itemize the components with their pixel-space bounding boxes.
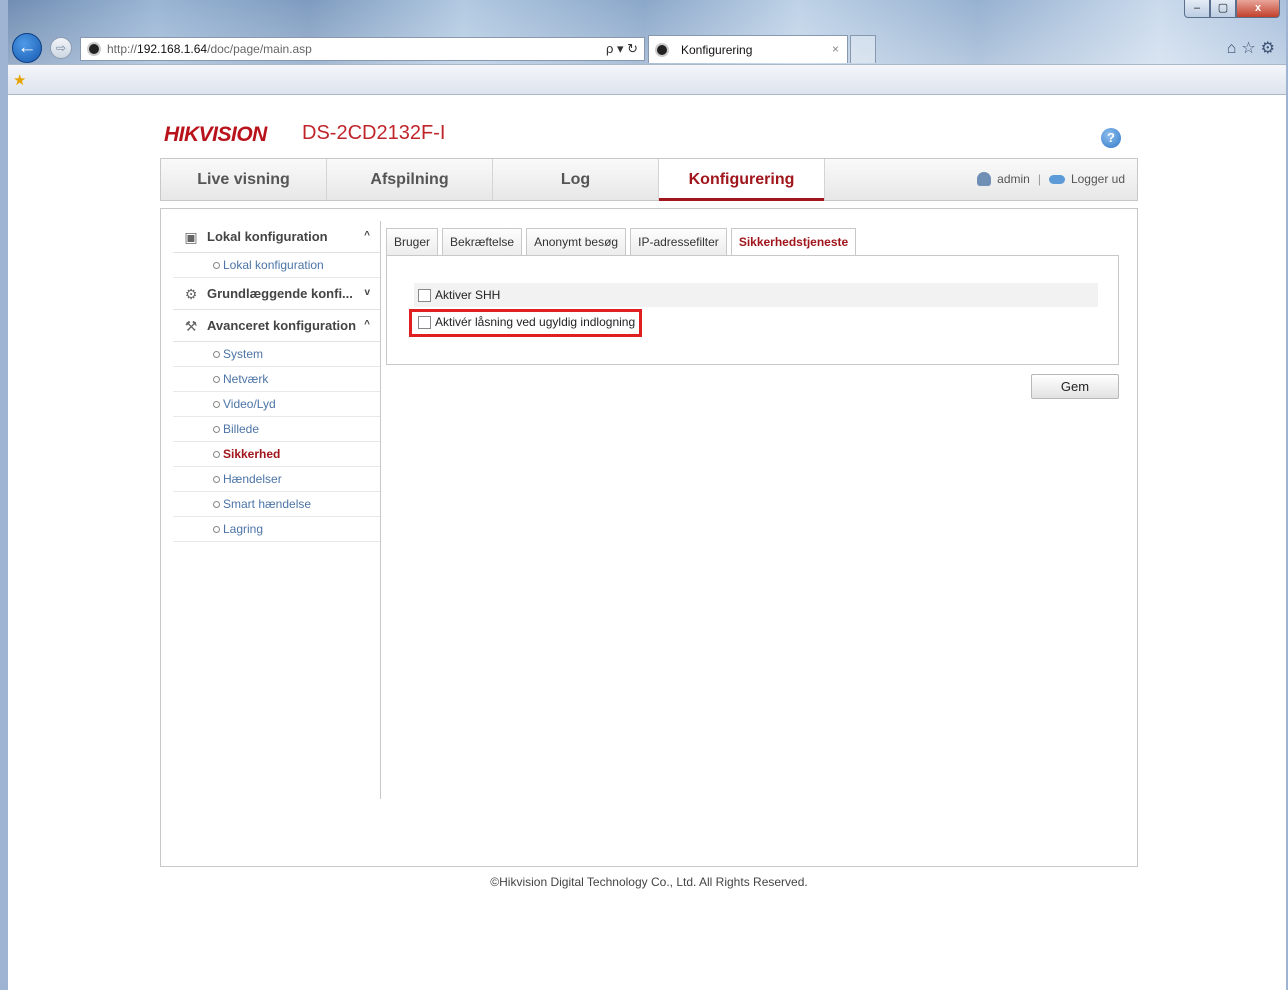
sidebar-item-image[interactable]: Billede [173,417,380,442]
arrow-right-icon: ⇨ [55,41,67,55]
username: admin [997,172,1030,186]
sidebar-item-storage[interactable]: Lagring [173,517,380,542]
favorites-star-icon[interactable]: ☆ [1241,40,1260,57]
tab-authentication[interactable]: Bekræftelse [442,228,523,256]
enable-ssh-checkbox[interactable] [418,288,431,302]
tab-anonymous-visit[interactable]: Anonymt besøg [526,228,627,256]
separator: | [1037,172,1041,186]
sidebar-section-advanced[interactable]: ⚒ Avanceret konfiguration ^ [173,310,380,342]
home-icon[interactable]: ⌂ [1227,40,1242,57]
security-service-panel: Aktiver SHH Aktivér låsning ved ugyldig … [386,255,1119,365]
chevron-up-icon: ^ [364,230,370,241]
url-prefix: http:// [107,42,138,56]
gear-icon: ⚙ [184,285,198,302]
user-area: admin | Logger ud [977,172,1125,186]
chevron-down-icon: v [364,287,370,298]
nav-live-view[interactable]: Live visning [161,159,327,200]
device-model: DS-2CD2132F-I [302,122,446,144]
logout-icon [1048,174,1065,184]
brand-logo: HIKVISION [164,123,267,146]
sidebar-item-smart-event[interactable]: Smart hændelse [173,492,380,517]
wrench-icon: ⚒ [184,317,198,334]
sidebar-item-events[interactable]: Hændelser [173,467,380,492]
sidebar-item-security[interactable]: Sikkerhed [173,442,380,467]
chevron-up-icon: ^ [364,319,370,330]
computer-icon: ▣ [184,228,198,245]
gear-icon[interactable]: ⚙ [1261,40,1280,57]
browser-tab[interactable]: Konfigurering × [648,35,848,63]
sidebar-section-label: Grundlæggende konfi... [207,286,353,301]
highlight-box [409,309,642,337]
logout-link[interactable]: Logger ud [1071,172,1125,186]
maximize-button[interactable]: ▢ [1210,0,1236,18]
tab-user[interactable]: Bruger [386,228,439,256]
minimize-button[interactable]: – [1184,0,1210,18]
user-icon [977,172,992,186]
nav-configuration[interactable]: Konfigurering [659,159,825,201]
security-subtabs: Bruger Bekræftelse Anonymt besøg IP-adre… [386,228,860,257]
nav-log[interactable]: Log [493,159,659,200]
url-host: 192.168.1.64 [137,42,208,56]
save-button[interactable]: Gem [1031,374,1119,399]
web-page: HIKVISION DS-2CD2132F-I ? Live visning A… [8,95,1286,990]
close-window-button[interactable]: x [1236,0,1280,18]
add-favorite-icon[interactable]: ★ [13,71,26,89]
favorites-bar: ★ [8,64,1288,95]
browser-toolbar-icons: ⌂☆⚙ [1227,38,1280,58]
back-button[interactable]: ← [12,33,42,63]
window-controls: – ▢ x [1184,0,1280,18]
sidebar-item-local-config[interactable]: Lokal konfiguration [173,253,380,278]
content-area: ▣ Lokal konfiguration ^ Lokal konfigurat… [160,208,1138,867]
close-tab-icon[interactable]: × [832,42,839,56]
sidebar: ▣ Lokal konfiguration ^ Lokal konfigurat… [173,221,381,799]
new-tab-button[interactable] [850,35,876,63]
help-icon[interactable]: ? [1101,128,1121,148]
url-text[interactable]: http://192.168.1.64/doc/page/main.asp [107,42,312,56]
tab-site-icon [655,42,669,57]
address-bar[interactable]: http://192.168.1.64/doc/page/main.asp ρ … [80,37,645,61]
arrow-left-icon: ← [17,37,37,58]
sidebar-item-video-audio[interactable]: Video/Lyd [173,392,380,417]
nav-playback[interactable]: Afspilning [327,159,493,200]
enable-ssh-label: Aktiver SHH [435,288,501,302]
sidebar-section-label: Avanceret konfiguration [207,318,357,333]
sidebar-section-local[interactable]: ▣ Lokal konfiguration ^ [173,221,380,253]
sidebar-section-label: Lokal konfiguration [207,229,328,244]
forward-button[interactable]: ⇨ [50,37,72,59]
sidebar-item-system[interactable]: System [173,342,380,367]
sidebar-section-basic[interactable]: ⚙ Grundlæggende konfi... v [173,278,380,310]
url-path: /doc/page/main.asp [207,42,312,56]
copyright-footer: ©Hikvision Digital Technology Co., Ltd. … [490,875,808,889]
tab-security-service[interactable]: Sikkerhedstjeneste [730,228,857,257]
site-icon [87,42,101,56]
main-navigation: Live visning Afspilning Log Konfigurerin… [160,158,1138,201]
browser-chrome: – ▢ x ← ⇨ http://192.168.1.64/doc/page/m… [0,0,1288,95]
window-left-border [0,0,8,990]
search-refresh-icon[interactable]: ρ ▾ ↻ [606,41,638,57]
tab-title: Konfigurering [681,42,753,57]
tab-ip-filter[interactable]: IP-adressefilter [630,228,727,256]
sidebar-item-network[interactable]: Netværk [173,367,380,392]
ssh-row: Aktiver SHH [414,283,1098,307]
